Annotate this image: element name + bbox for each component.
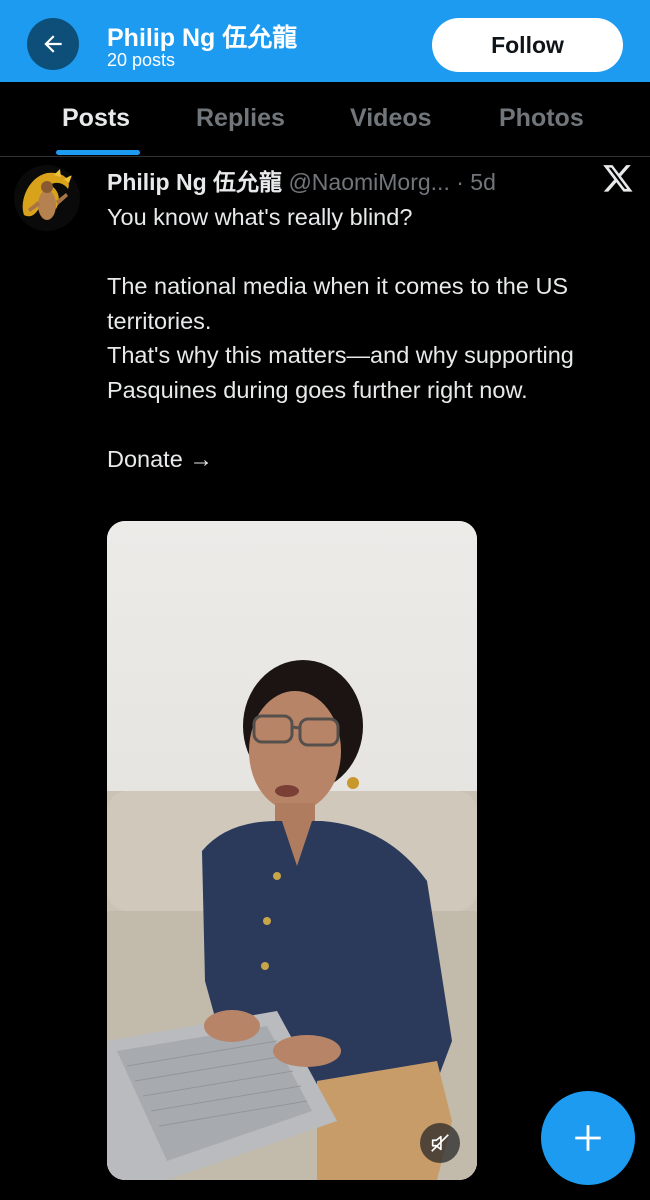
post-meta: @NaomiMorg... · 5d	[288, 169, 496, 195]
profile-name: Philip Ng 伍允龍	[107, 24, 298, 52]
post-author-name[interactable]: Philip Ng 伍允龍	[107, 169, 282, 195]
profile-tabs: Posts Replies Videos Photos	[0, 82, 650, 157]
avatar[interactable]	[14, 165, 80, 231]
speaker-muted-icon	[431, 1134, 449, 1152]
video-frame	[107, 521, 477, 1180]
mute-button[interactable]	[420, 1123, 460, 1163]
post-text: You know what's really blind? The nation…	[107, 204, 574, 472]
follow-button[interactable]: Follow	[432, 18, 623, 72]
post-video[interactable]	[107, 521, 477, 1180]
active-tab-indicator	[56, 150, 140, 155]
tab-replies[interactable]: Replies	[196, 104, 285, 133]
plus-icon	[575, 1125, 601, 1151]
tab-videos[interactable]: Videos	[350, 104, 432, 133]
tab-posts[interactable]: Posts	[62, 104, 130, 133]
arrow-left-icon	[44, 35, 62, 53]
back-button[interactable]	[27, 18, 79, 70]
tab-photos[interactable]: Photos	[499, 104, 584, 133]
post-header: Philip Ng 伍允龍 @NaomiMorg... · 5d	[107, 163, 496, 197]
profile-header: Philip Ng 伍允龍 20 posts Follow	[0, 0, 650, 82]
post-count: 20 posts	[107, 50, 176, 70]
x-logo-icon	[603, 165, 633, 192]
compose-button[interactable]	[541, 1091, 635, 1185]
